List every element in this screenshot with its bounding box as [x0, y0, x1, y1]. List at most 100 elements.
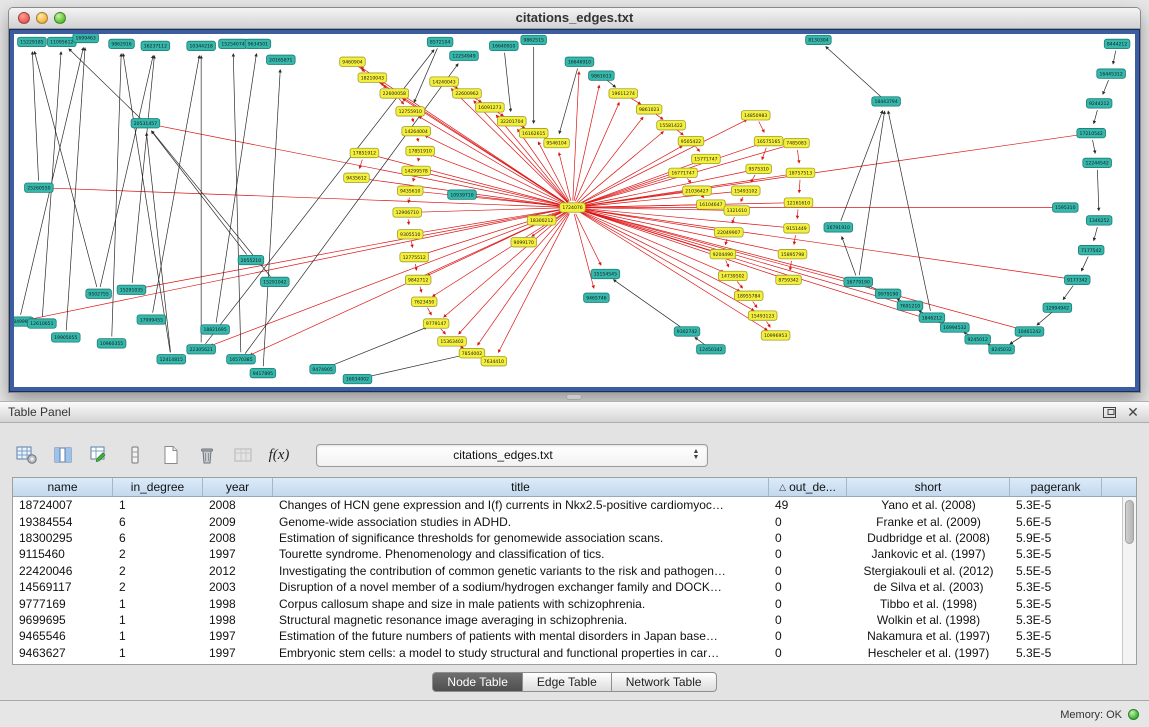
- citation-edge[interactable]: [687, 178, 691, 183]
- minimize-window-button[interactable]: [36, 12, 48, 24]
- graph-node[interactable]: 10939710: [448, 190, 477, 199]
- graph-node[interactable]: 15291035: [117, 285, 146, 294]
- citation-edge[interactable]: [826, 47, 881, 97]
- graph-node[interactable]: 8759342: [776, 275, 802, 284]
- citation-edge[interactable]: [1063, 286, 1073, 300]
- citation-edge[interactable]: [766, 321, 770, 327]
- graph-node[interactable]: 2055210: [238, 255, 264, 264]
- graph-node[interactable]: 12254949: [450, 51, 479, 60]
- graph-node[interactable]: 14299578: [402, 166, 431, 175]
- citation-edge[interactable]: [141, 209, 565, 288]
- graph-node[interactable]: 11095612: [47, 37, 76, 46]
- graph-node[interactable]: 9305510: [397, 230, 423, 239]
- citation-edge[interactable]: [842, 237, 856, 276]
- graph-node[interactable]: 10996953: [761, 331, 790, 340]
- citation-edge[interactable]: [417, 208, 565, 212]
- table-settings-icon[interactable]: [14, 443, 40, 467]
- citation-edge[interactable]: [702, 196, 704, 198]
- graph-node[interactable]: 9177342: [1064, 275, 1090, 284]
- citation-edge[interactable]: [414, 48, 437, 102]
- graph-node[interactable]: 9979190: [875, 289, 901, 298]
- graph-node[interactable]: 16104647: [697, 200, 726, 209]
- citation-edge[interactable]: [151, 131, 246, 254]
- graph-node[interactable]: 9460904: [340, 57, 366, 66]
- column-header-year[interactable]: year: [203, 478, 273, 496]
- graph-node[interactable]: 12414815: [157, 355, 186, 364]
- graph-node[interactable]: 9204490: [710, 249, 736, 258]
- table-row[interactable]: 1938455462009Genome-wide association stu…: [13, 513, 1122, 529]
- tab-node-table[interactable]: Node Table: [432, 672, 523, 692]
- graph-node[interactable]: 15771747: [692, 154, 721, 163]
- citation-edge[interactable]: [695, 337, 705, 345]
- graph-node[interactable]: 8130304: [806, 35, 832, 44]
- table-row[interactable]: 2242004622012Investigating the contribut…: [13, 563, 1122, 579]
- table-row[interactable]: 911546021997Tourette syndrome. Phenomeno…: [13, 546, 1122, 562]
- citation-edge[interactable]: [677, 130, 684, 135]
- graph-node[interactable]: 16779190: [844, 277, 873, 286]
- graph-node[interactable]: 9779147: [423, 319, 449, 328]
- graph-node[interactable]: 14850983: [741, 111, 770, 120]
- graph-node[interactable]: 9634501: [245, 39, 271, 48]
- graph-node[interactable]: 7691210: [897, 301, 923, 310]
- graph-node[interactable]: 12244542: [1083, 158, 1112, 167]
- citation-edge[interactable]: [411, 241, 412, 247]
- graph-node[interactable]: 1595310: [1053, 203, 1079, 212]
- graph-node[interactable]: 9505422: [678, 136, 704, 145]
- close-panel-icon[interactable]: ✕: [1125, 405, 1141, 419]
- citation-edge[interactable]: [1097, 170, 1098, 211]
- graph-node[interactable]: 16640910: [489, 41, 518, 50]
- citation-edge[interactable]: [751, 175, 755, 182]
- graph-node[interactable]: 16445312: [1097, 69, 1126, 78]
- table-selector-dropdown[interactable]: citations_edges.txt ▲▼: [316, 444, 708, 467]
- graph-node[interactable]: 22049907: [714, 228, 743, 237]
- graph-node[interactable]: 9575310: [746, 164, 772, 173]
- graph-node[interactable]: 7623450: [411, 297, 437, 306]
- citation-edge[interactable]: [790, 261, 791, 270]
- column-header-title[interactable]: title: [273, 478, 769, 496]
- table-row[interactable]: 1830029562008Estimation of significance …: [13, 530, 1122, 546]
- graph-node[interactable]: 9842712: [405, 275, 431, 284]
- citation-edge[interactable]: [409, 198, 410, 203]
- graph-node[interactable]: 8245032: [989, 345, 1015, 354]
- graph-node[interactable]: 17851912: [350, 148, 379, 157]
- citation-edge[interactable]: [613, 280, 681, 328]
- graph-node[interactable]: 18757513: [786, 168, 815, 177]
- citation-edge[interactable]: [579, 209, 782, 252]
- citation-edge[interactable]: [420, 287, 422, 293]
- column-header-name[interactable]: name: [13, 478, 113, 496]
- graph-node[interactable]: 20531457: [131, 119, 160, 128]
- graph-node[interactable]: 22600962: [453, 89, 482, 98]
- tab-edge-table[interactable]: Edge Table: [523, 672, 612, 692]
- graph-node[interactable]: 16994532: [940, 323, 969, 332]
- import-table-icon[interactable]: [86, 443, 112, 467]
- graph-node[interactable]: 12775512: [400, 252, 429, 261]
- citation-edge[interactable]: [1037, 312, 1052, 325]
- citation-edge[interactable]: [413, 177, 414, 181]
- column-header-out_de[interactable]: △out_de...: [769, 478, 847, 496]
- graph-node[interactable]: 19905055: [51, 333, 80, 342]
- graph-node[interactable]: 16771747: [669, 168, 698, 177]
- citation-edge[interactable]: [21, 48, 84, 315]
- column-header-short[interactable]: short: [847, 478, 1010, 496]
- graph-node[interactable]: 7485083: [784, 138, 810, 147]
- citation-edge[interactable]: [418, 158, 419, 161]
- citation-edge[interactable]: [408, 219, 409, 224]
- table-row[interactable]: 977716911998Corpus callosum shape and si…: [13, 595, 1122, 611]
- graph-node[interactable]: 16162615: [519, 128, 548, 137]
- graph-node[interactable]: 9151449: [784, 224, 810, 233]
- graph-node[interactable]: 9435612: [344, 173, 370, 182]
- graph-node[interactable]: 7634410: [481, 357, 507, 366]
- graph-node[interactable]: 8572104: [427, 37, 453, 46]
- table-row[interactable]: 946362711997Embryonic stem cells: a mode…: [13, 645, 1122, 661]
- citation-edge[interactable]: [412, 118, 413, 122]
- graph-node[interactable]: 8444212: [1104, 39, 1130, 48]
- panel-splitter[interactable]: [0, 393, 1149, 401]
- graph-node[interactable]: 16091273: [476, 103, 505, 112]
- graph-node[interactable]: 1321610: [724, 206, 750, 215]
- citation-edge[interactable]: [579, 210, 779, 277]
- float-panel-icon[interactable]: [1101, 405, 1117, 419]
- citation-edge[interactable]: [263, 70, 280, 367]
- citation-edge[interactable]: [607, 80, 616, 87]
- graph-node[interactable]: 16237112: [141, 41, 170, 50]
- graph-node[interactable]: 10344218: [187, 41, 216, 50]
